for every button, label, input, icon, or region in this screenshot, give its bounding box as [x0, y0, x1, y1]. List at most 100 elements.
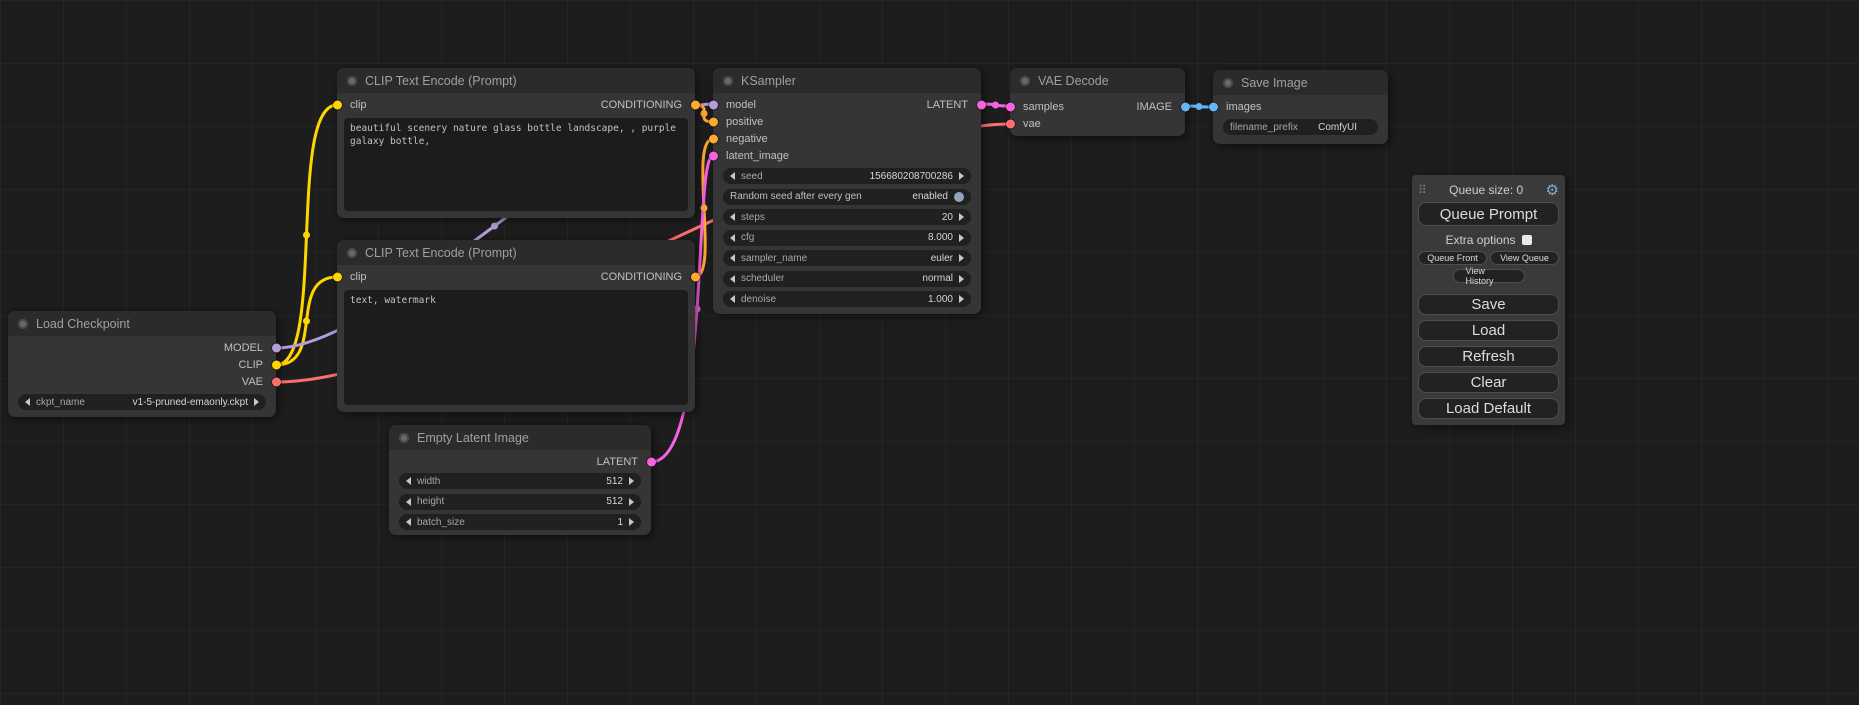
increment-arrow-icon[interactable] — [254, 398, 259, 406]
increment-arrow-icon[interactable] — [629, 498, 634, 506]
output-slot-latent[interactable] — [647, 457, 656, 466]
extra-options-checkbox[interactable] — [1522, 235, 1532, 245]
input-slot-latent-image[interactable] — [709, 151, 718, 160]
input-slot-images[interactable] — [1209, 102, 1218, 111]
drag-handle-icon[interactable]: ⠿ — [1418, 184, 1427, 196]
decrement-arrow-icon[interactable] — [730, 213, 735, 221]
toggle-knob-icon[interactable] — [954, 192, 964, 202]
increment-arrow-icon[interactable] — [629, 477, 634, 485]
node-vae-decode[interactable]: VAE Decode samples IMAGE vae — [1010, 68, 1185, 136]
output-slot-vae[interactable] — [272, 377, 281, 386]
decrement-arrow-icon[interactable] — [406, 477, 411, 485]
decrement-arrow-icon[interactable] — [406, 498, 411, 506]
positive-prompt-textarea[interactable]: beautiful scenery nature glass bottle la… — [344, 118, 688, 211]
increment-arrow-icon[interactable] — [959, 295, 964, 303]
queue-prompt-button[interactable]: Queue Prompt — [1418, 202, 1559, 226]
node-title-bar[interactable]: Load Checkpoint — [8, 311, 276, 336]
output-slot-model[interactable] — [272, 343, 281, 352]
view-queue-button[interactable]: View Queue — [1490, 251, 1559, 265]
node-title-bar[interactable]: CLIP Text Encode (Prompt) — [337, 68, 695, 93]
node-clip-text-encode-positive[interactable]: CLIP Text Encode (Prompt) clip CONDITION… — [337, 68, 695, 218]
node-clip-text-encode-negative[interactable]: CLIP Text Encode (Prompt) clip CONDITION… — [337, 240, 695, 412]
collapse-dot-icon[interactable] — [723, 76, 733, 86]
node-title-bar[interactable]: KSampler — [713, 68, 981, 93]
node-title: Load Checkpoint — [36, 317, 130, 331]
node-title-bar[interactable]: Save Image — [1213, 70, 1388, 95]
decrement-arrow-icon[interactable] — [730, 295, 735, 303]
widget-steps[interactable]: steps 20 — [723, 209, 971, 225]
increment-arrow-icon[interactable] — [959, 213, 964, 221]
increment-arrow-icon[interactable] — [959, 172, 964, 180]
save-button[interactable]: Save — [1418, 294, 1559, 315]
collapse-dot-icon[interactable] — [347, 76, 357, 86]
link-midpoint-dot — [701, 110, 708, 117]
widget-label: filename_prefix — [1230, 122, 1298, 133]
link-midpoint-dot — [303, 318, 310, 325]
widget-label: steps — [741, 212, 765, 223]
node-graph-canvas[interactable]: Load Checkpoint MODEL CLIP VAE ckpt_name… — [0, 0, 1859, 705]
input-slot-clip[interactable] — [333, 100, 342, 109]
link-midpoint-dot — [303, 232, 310, 239]
widget-denoise[interactable]: denoise 1.000 — [723, 291, 971, 307]
decrement-arrow-icon[interactable] — [406, 518, 411, 526]
settings-gear-icon[interactable]: ⚙ — [1546, 183, 1559, 198]
load-button[interactable]: Load — [1418, 320, 1559, 341]
widget-filename-prefix[interactable]: filename_prefix ComfyUI — [1223, 119, 1378, 135]
decrement-arrow-icon[interactable] — [730, 234, 735, 242]
input-slot-positive[interactable] — [709, 117, 718, 126]
widget-scheduler[interactable]: scheduler normal — [723, 271, 971, 287]
node-title-bar[interactable]: CLIP Text Encode (Prompt) — [337, 240, 695, 265]
increment-arrow-icon[interactable] — [959, 275, 964, 283]
node-empty-latent-image[interactable]: Empty Latent Image LATENT width 512 heig… — [389, 425, 651, 535]
widget-random-seed-toggle[interactable]: Random seed after every gen enabled — [723, 189, 971, 205]
decrement-arrow-icon[interactable] — [730, 275, 735, 283]
decrement-arrow-icon[interactable] — [730, 172, 735, 180]
collapse-dot-icon[interactable] — [347, 248, 357, 258]
output-slot-clip[interactable] — [272, 360, 281, 369]
input-slot-clip[interactable] — [333, 272, 342, 281]
collapse-dot-icon[interactable] — [1223, 78, 1233, 88]
input-label-images: images — [1213, 101, 1261, 113]
input-slot-samples[interactable] — [1006, 102, 1015, 111]
node-ksampler[interactable]: KSampler model LATENT positive negative … — [713, 68, 981, 314]
decrement-arrow-icon[interactable] — [25, 398, 30, 406]
output-slot-latent[interactable] — [977, 100, 986, 109]
widget-ckpt-name[interactable]: ckpt_name v1-5-pruned-emaonly.ckpt — [18, 394, 266, 410]
negative-prompt-textarea[interactable]: text, watermark — [344, 290, 688, 405]
input-slot-negative[interactable] — [709, 134, 718, 143]
widget-sampler-name[interactable]: sampler_name euler — [723, 250, 971, 266]
input-slot-vae[interactable] — [1006, 119, 1015, 128]
collapse-dot-icon[interactable] — [1020, 76, 1030, 86]
queue-front-button[interactable]: Queue Front — [1418, 251, 1487, 265]
load-default-button[interactable]: Load Default — [1418, 398, 1559, 419]
widget-height[interactable]: height 512 — [399, 494, 641, 510]
widget-batch-size[interactable]: batch_size 1 — [399, 514, 641, 530]
input-label-vae: vae — [1010, 118, 1041, 130]
widget-cfg[interactable]: cfg 8.000 — [723, 230, 971, 246]
refresh-button[interactable]: Refresh — [1418, 346, 1559, 367]
slot-row: latent_image — [713, 147, 981, 164]
widget-value: normal — [922, 273, 953, 284]
node-title-bar[interactable]: VAE Decode — [1010, 68, 1185, 93]
collapse-dot-icon[interactable] — [399, 433, 409, 443]
node-title: CLIP Text Encode (Prompt) — [365, 74, 517, 88]
clear-button[interactable]: Clear — [1418, 372, 1559, 393]
node-title-bar[interactable]: Empty Latent Image — [389, 425, 651, 450]
increment-arrow-icon[interactable] — [959, 234, 964, 242]
view-history-button[interactable]: View History — [1453, 269, 1525, 283]
output-label-clip: CLIP — [239, 359, 276, 371]
decrement-arrow-icon[interactable] — [730, 254, 735, 262]
extra-options-row: Extra options — [1418, 231, 1559, 248]
increment-arrow-icon[interactable] — [629, 518, 634, 526]
output-slot-conditioning[interactable] — [691, 272, 700, 281]
increment-arrow-icon[interactable] — [959, 254, 964, 262]
collapse-dot-icon[interactable] — [18, 319, 28, 329]
node-load-checkpoint[interactable]: Load Checkpoint MODEL CLIP VAE ckpt_name… — [8, 311, 276, 417]
node-save-image[interactable]: Save Image images filename_prefix ComfyU… — [1213, 70, 1388, 144]
widget-seed[interactable]: seed 156680208700286 — [723, 168, 971, 184]
output-slot-conditioning[interactable] — [691, 100, 700, 109]
widget-width[interactable]: width 512 — [399, 473, 641, 489]
input-label-positive: positive — [713, 116, 763, 128]
input-slot-model[interactable] — [709, 100, 718, 109]
output-slot-image[interactable] — [1181, 102, 1190, 111]
